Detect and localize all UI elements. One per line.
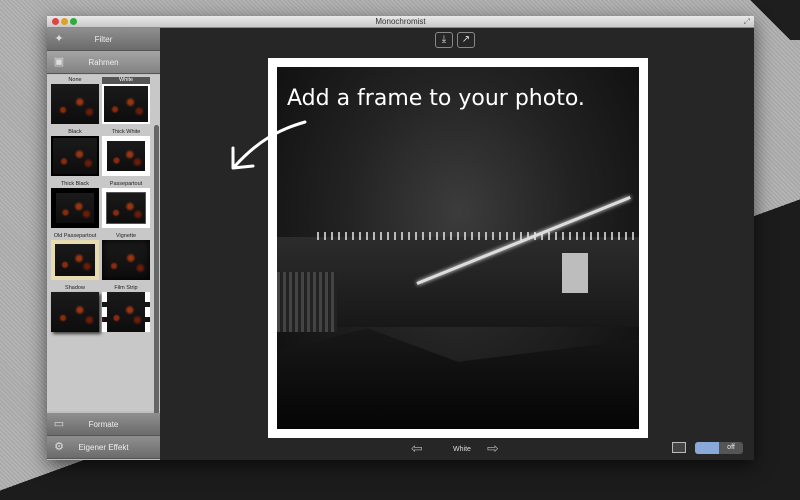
frame-option-vignette[interactable]: Vignette xyxy=(102,233,150,281)
frame-option-shadow[interactable]: Shadow xyxy=(51,285,99,333)
next-frame-arrow-icon[interactable]: ⇨ xyxy=(487,440,499,456)
framed-photo xyxy=(268,58,648,438)
frame-option-old-passepartout[interactable]: Old Passepartout xyxy=(51,233,99,281)
city-lights xyxy=(317,232,637,240)
section-rahmen[interactable]: ▣ Rahmen xyxy=(47,51,160,74)
tutorial-arrow-icon xyxy=(231,120,307,170)
frame-option-thick-white[interactable]: Thick White xyxy=(102,129,150,177)
current-frame-name: White xyxy=(453,446,471,453)
fullscreen-icon[interactable]: ⤢ xyxy=(744,17,750,27)
frame-thumbnail xyxy=(102,188,150,228)
frame-label: Thick Black xyxy=(60,181,90,187)
tutorial-caption: Add a frame to your photo. xyxy=(287,86,585,111)
frame-label: Vignette xyxy=(115,233,137,239)
section-label: Filter xyxy=(94,35,113,44)
compare-icon[interactable] xyxy=(672,442,686,453)
frame-thumbnail xyxy=(102,136,150,176)
frame-label: Film Strip xyxy=(114,285,138,291)
frame-label: None xyxy=(68,77,82,83)
frame-thumbnail xyxy=(51,292,99,332)
section-label: Rahmen xyxy=(88,58,119,67)
formats-icon: ▭ xyxy=(53,418,65,430)
frame-option-thick-black[interactable]: Thick Black xyxy=(51,181,99,229)
section-label: Eigener Effekt xyxy=(78,443,129,452)
window-title: Monochromist xyxy=(375,17,426,26)
building xyxy=(277,272,337,332)
frame-thumbnail xyxy=(51,188,99,228)
frame-grid-scrollbar[interactable] xyxy=(154,125,159,441)
frame-thumbnail xyxy=(51,84,99,124)
frame-grid: None White Black Thick White Thick Black… xyxy=(47,75,160,441)
sidebar: ✦ Filter ▣ Rahmen None White Black Thick… xyxy=(47,28,160,460)
magic-wand-icon: ✦ xyxy=(54,33,64,45)
frame-thumbnail xyxy=(102,240,150,280)
custom-effect-icon: ⚙ xyxy=(54,441,64,453)
frame-label: Thick White xyxy=(111,129,141,135)
frame-option-film-strip[interactable]: Film Strip xyxy=(102,285,150,333)
compare-toggle[interactable]: off xyxy=(695,442,743,454)
section-formate[interactable]: ▭ Formate xyxy=(47,413,160,436)
toggle-on-segment xyxy=(695,442,719,454)
frame-label: White xyxy=(102,77,150,84)
frame-option-white[interactable]: White xyxy=(102,77,150,125)
frame-label: Black xyxy=(68,129,82,135)
frame-thumbnail xyxy=(102,292,150,332)
frame-option-none[interactable]: None xyxy=(51,77,99,125)
frame-option-black[interactable]: Black xyxy=(51,129,99,177)
bridge-tower xyxy=(562,253,588,293)
frame-thumbnail xyxy=(102,84,150,124)
hillside xyxy=(277,328,639,429)
share-icon[interactable]: ↗ xyxy=(457,32,475,48)
toggle-state-label: off xyxy=(727,444,735,451)
frame-label: Old Passepartout xyxy=(53,233,97,239)
section-label: Formate xyxy=(88,420,119,429)
previous-frame-arrow-icon[interactable]: ⇦ xyxy=(411,440,423,456)
frame-label: Shadow xyxy=(65,285,85,291)
frame-thumbnail xyxy=(51,136,99,176)
frame-icon: ▣ xyxy=(53,56,65,68)
save-download-icon[interactable]: ⤓ xyxy=(435,32,453,48)
frame-thumbnail xyxy=(51,240,99,280)
photo-preview xyxy=(277,67,639,429)
section-filter[interactable]: ✦ Filter xyxy=(47,28,160,51)
frame-option-passepartout[interactable]: Passepartout xyxy=(102,181,150,229)
app-window: Monochromist ⤢ ✦ Filter ▣ Rahmen None Wh… xyxy=(47,16,754,460)
title-bar: Monochromist ⤢ xyxy=(47,16,754,28)
section-eigener-effekt[interactable]: ⚙ Eigener Effekt xyxy=(47,436,160,459)
frame-label: Passepartout xyxy=(109,181,143,187)
